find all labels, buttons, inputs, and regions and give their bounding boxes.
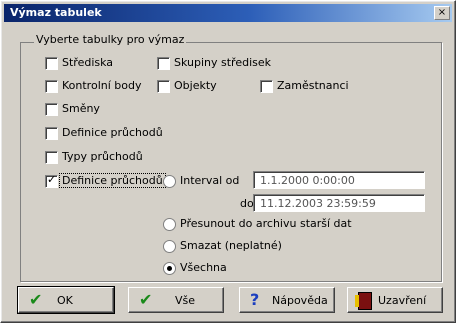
checkbox-label: Směny [62, 102, 100, 115]
checkbox-kontrolni-body[interactable] [45, 80, 58, 93]
checkbox-label: Kontrolní body [62, 79, 142, 92]
help-icon: ? [250, 290, 260, 309]
radio-archive[interactable] [163, 218, 176, 231]
checkbox-label: Definice průchodů [62, 126, 163, 139]
window-title: Výmaz tabulek [10, 6, 102, 19]
checkbox-label: Střediska [62, 56, 114, 69]
interval-to-label: do [240, 197, 254, 210]
checkbox-objekty[interactable] [157, 80, 170, 93]
checkbox-label: Objekty [174, 79, 217, 92]
checkbox-definice-pruchodu[interactable] [45, 127, 58, 140]
checkbox-typy-pruchodu[interactable] [45, 151, 58, 164]
radio-label: Smazat (neplatné) [180, 239, 282, 252]
checkbox-strediska[interactable] [45, 57, 58, 70]
ok-button[interactable]: ✔ OK [17, 286, 115, 314]
checkbox-label: Zaměstnanci [277, 79, 349, 92]
group-title: Vyberte tabulky pro výmaz [34, 33, 187, 46]
interval-from-field[interactable]: 1.1.2000 0:00:00 [253, 171, 425, 189]
close-button[interactable]: Uzavření [347, 287, 443, 313]
check-icon: ✔ [29, 290, 43, 309]
radio-label: Všechna [180, 261, 227, 274]
select-all-button[interactable]: ✔ Vše [128, 287, 224, 313]
select-all-button-label: Vše [175, 294, 196, 307]
check-all-icon: ✔ [139, 290, 153, 309]
help-button-label: Nápověda [272, 294, 328, 307]
checkbox-smeny[interactable] [45, 103, 58, 116]
checkbox-zamestnanci[interactable] [260, 80, 273, 93]
title-bar[interactable]: Výmaz tabulek × [4, 4, 452, 22]
radio-label: Interval od [180, 174, 240, 187]
close-icon[interactable]: × [434, 6, 450, 20]
checkbox-label: Definice průchodů [59, 173, 166, 188]
checkbox-label: Typy průchodů [62, 150, 143, 163]
door-icon [355, 292, 372, 310]
close-button-label: Uzavření [378, 294, 427, 307]
radio-interval[interactable] [163, 175, 176, 188]
radio-delete-invalid[interactable] [163, 240, 176, 253]
ok-button-label: OK [57, 294, 73, 307]
checkbox-pruchody[interactable] [45, 173, 58, 188]
radio-label: Přesunout do archivu starší dat [180, 217, 352, 230]
checkbox-label: Skupiny středisek [174, 56, 272, 69]
help-button[interactable]: ? Nápověda [239, 287, 335, 313]
interval-to-field[interactable]: 11.12.2003 23:59:59 [253, 194, 425, 212]
checkbox-skupiny-stredisek[interactable] [157, 57, 170, 70]
radio-all[interactable] [163, 262, 176, 275]
